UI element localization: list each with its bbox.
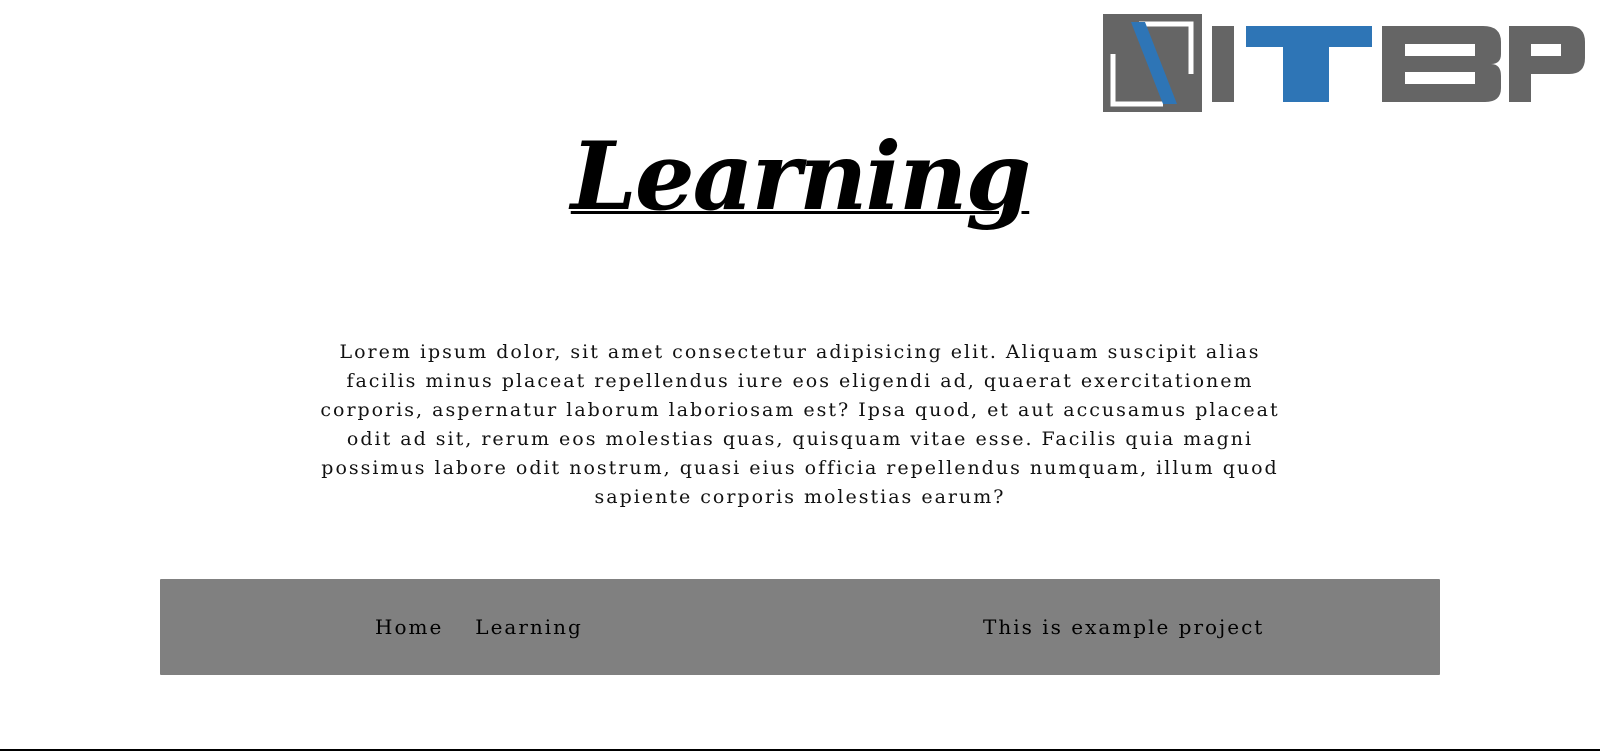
footer-nav: Home Learning [375, 615, 583, 639]
title-container: Learning [0, 122, 1600, 232]
nav-link-home[interactable]: Home [375, 615, 443, 639]
footer-note: This is example project [983, 615, 1265, 639]
page-title: Learning [570, 122, 1031, 232]
nav-link-learning[interactable]: Learning [475, 615, 583, 639]
footer-bar: Home Learning This is example project [160, 579, 1440, 675]
page: Learning Lorem ipsum dolor, sit amet con… [0, 0, 1600, 751]
intro-paragraph: Lorem ipsum dolor, sit amet consectetur … [320, 341, 1280, 508]
itbp-logo[interactable] [1103, 14, 1585, 114]
